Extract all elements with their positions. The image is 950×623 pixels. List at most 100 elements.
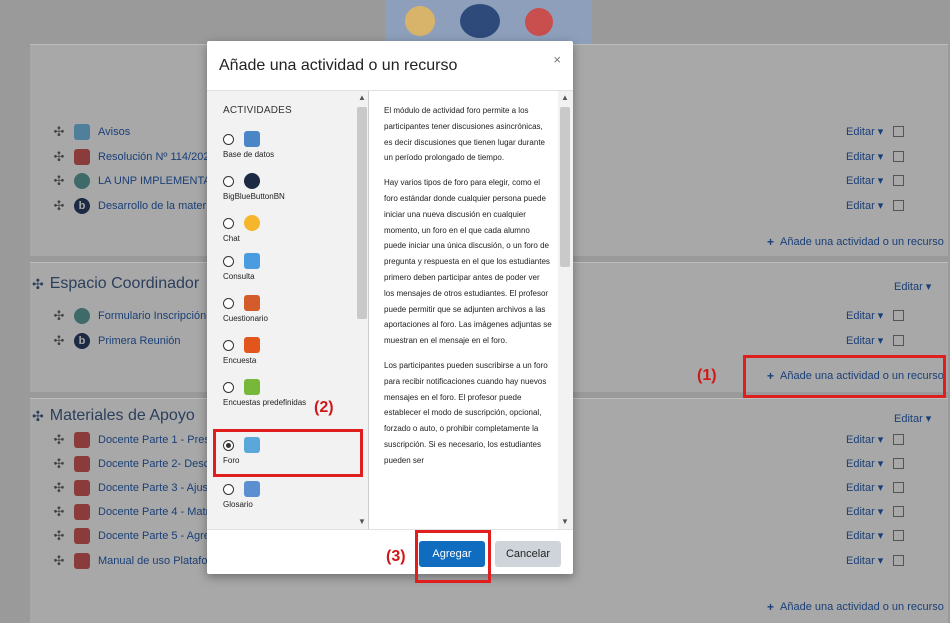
activity-edit-menu[interactable]: Editar ▾ <box>846 481 905 494</box>
move-icon[interactable]: ✣ <box>52 124 66 140</box>
pdf-icon <box>74 528 90 544</box>
activity-link[interactable]: Formulario Inscripción al <box>98 310 218 322</box>
completion-checkbox[interactable] <box>893 310 905 321</box>
activity-link[interactable]: Docente Parte 5 - Agrega <box>98 530 222 542</box>
section-title[interactable]: ✣ Espacio Coordinador <box>32 275 199 293</box>
module-option-quiz[interactable]: Cuestionario <box>223 295 353 324</box>
move-icon[interactable]: ✣ <box>52 528 66 544</box>
completion-checkbox[interactable] <box>893 151 905 162</box>
section-title-text: Espacio Coordinador <box>49 275 200 292</box>
move-icon[interactable]: ✣ <box>52 553 66 569</box>
activity-edit-menu[interactable]: Editar ▾ <box>846 199 905 212</box>
plus-icon: + <box>767 600 775 614</box>
scroll-down-icon[interactable]: ▼ <box>558 515 572 529</box>
add-activity-link[interactable]: + Añade una actividad o un recurso <box>767 235 944 249</box>
cancel-button[interactable]: Cancelar <box>495 541 561 567</box>
move-icon[interactable]: ✣ <box>32 276 44 293</box>
module-option-database[interactable]: Base de datos <box>223 131 353 160</box>
section-edit-menu[interactable]: Editar ▾ <box>894 280 931 293</box>
bbb-icon: b <box>74 198 90 214</box>
feedback-icon <box>244 379 260 395</box>
activity-edit-menu[interactable]: Editar ▾ <box>846 125 905 138</box>
section-title-text: Materiales de Apoyo <box>49 407 195 424</box>
annotation-box-3 <box>415 530 491 583</box>
scroll-thumb[interactable] <box>560 107 570 267</box>
move-icon[interactable]: ✣ <box>32 408 44 425</box>
module-radio[interactable] <box>223 175 234 187</box>
move-icon[interactable]: ✣ <box>52 456 66 472</box>
move-icon[interactable]: ✣ <box>52 173 66 189</box>
activity-edit-menu[interactable]: Editar ▾ <box>846 309 905 322</box>
activity-edit-menu[interactable]: Editar ▾ <box>846 505 905 518</box>
url-icon <box>74 308 90 324</box>
move-icon[interactable]: ✣ <box>52 308 66 324</box>
activity-edit-menu[interactable]: Editar ▾ <box>846 433 905 446</box>
activity-edit-menu[interactable]: Editar ▾ <box>846 174 905 187</box>
activity-edit-menu[interactable]: Editar ▾ <box>846 554 905 567</box>
activity-link[interactable]: Docente Parte 4 - Matricu <box>98 506 223 518</box>
activity-row: ✣ LA UNP IMPLEMENTA CL <box>52 171 227 191</box>
completion-checkbox[interactable] <box>893 126 905 137</box>
module-radio[interactable] <box>223 381 234 393</box>
module-name: Glosario <box>223 500 253 509</box>
module-radio[interactable] <box>223 133 234 145</box>
add-activity-dialog: Añade una actividad o un recurso × ACTIV… <box>207 41 573 574</box>
move-icon[interactable]: ✣ <box>52 198 66 214</box>
activity-edit-menu[interactable]: Editar ▾ <box>846 150 905 163</box>
activity-edit-menu[interactable]: Editar ▾ <box>846 457 905 470</box>
module-radio[interactable] <box>223 483 234 495</box>
quiz-icon <box>244 295 260 311</box>
completion-checkbox[interactable] <box>893 530 905 541</box>
module-radio[interactable] <box>223 255 234 267</box>
chat-icon <box>244 215 260 231</box>
description-scrollbar[interactable]: ▲ ▼ <box>558 91 573 529</box>
activity-row: ✣ Docente Parte 4 - Matricu <box>52 502 223 522</box>
module-radio[interactable] <box>223 297 234 309</box>
edit-label: Editar ▾ <box>846 200 884 212</box>
scroll-down-icon[interactable]: ▼ <box>355 515 369 529</box>
activity-link[interactable]: Docente Parte 3 - Ajustes <box>98 482 223 494</box>
edit-label: Editar ▾ <box>846 126 884 138</box>
edit-label: Editar ▾ <box>846 530 884 542</box>
module-option-bigbluebutton[interactable]: BigBlueButtonBN <box>223 173 353 202</box>
move-icon[interactable]: ✣ <box>52 333 66 349</box>
close-icon[interactable]: × <box>553 52 561 67</box>
activity-link[interactable]: Primera Reunión <box>98 335 181 347</box>
completion-checkbox[interactable] <box>893 555 905 566</box>
completion-checkbox[interactable] <box>893 335 905 346</box>
move-icon[interactable]: ✣ <box>52 432 66 448</box>
url-icon <box>74 173 90 189</box>
move-icon[interactable]: ✣ <box>52 149 66 165</box>
module-option-glossary[interactable]: Glosario <box>223 481 353 510</box>
section-edit-menu[interactable]: Editar ▾ <box>894 412 931 425</box>
scroll-up-icon[interactable]: ▲ <box>355 91 369 105</box>
completion-checkbox[interactable] <box>893 434 905 445</box>
annotation-box-2 <box>213 429 363 477</box>
activity-link[interactable]: Avisos <box>98 126 130 138</box>
section-title[interactable]: ✣ Materiales de Apoyo <box>32 407 195 425</box>
dialog-title: Añade una actividad o un recurso <box>219 56 458 74</box>
scroll-thumb[interactable] <box>357 107 367 319</box>
module-option-chat[interactable]: Chat <box>223 215 353 244</box>
annotation-label-3: (3) <box>386 548 406 565</box>
completion-checkbox[interactable] <box>893 175 905 186</box>
move-icon[interactable]: ✣ <box>52 504 66 520</box>
completion-checkbox[interactable] <box>893 482 905 493</box>
module-option-choice[interactable]: Consulta <box>223 253 353 282</box>
scroll-up-icon[interactable]: ▲ <box>558 91 572 105</box>
forum-icon <box>74 124 90 140</box>
completion-checkbox[interactable] <box>893 506 905 517</box>
activity-link[interactable]: Resolución Nº 114/2020 - <box>98 151 222 163</box>
activity-link[interactable]: Desarrollo de la materia d <box>98 200 224 212</box>
module-option-survey[interactable]: Encuesta <box>223 337 353 366</box>
activity-row: ✣ Resolución Nº 114/2020 - <box>52 147 222 167</box>
activity-edit-menu[interactable]: Editar ▾ <box>846 529 905 542</box>
annotation-box-1 <box>743 355 946 398</box>
activity-edit-menu[interactable]: Editar ▾ <box>846 334 905 347</box>
add-activity-link[interactable]: + Añade una actividad o un recurso <box>767 600 944 614</box>
completion-checkbox[interactable] <box>893 458 905 469</box>
move-icon[interactable]: ✣ <box>52 480 66 496</box>
module-radio[interactable] <box>223 217 234 229</box>
completion-checkbox[interactable] <box>893 200 905 211</box>
module-radio[interactable] <box>223 339 234 351</box>
